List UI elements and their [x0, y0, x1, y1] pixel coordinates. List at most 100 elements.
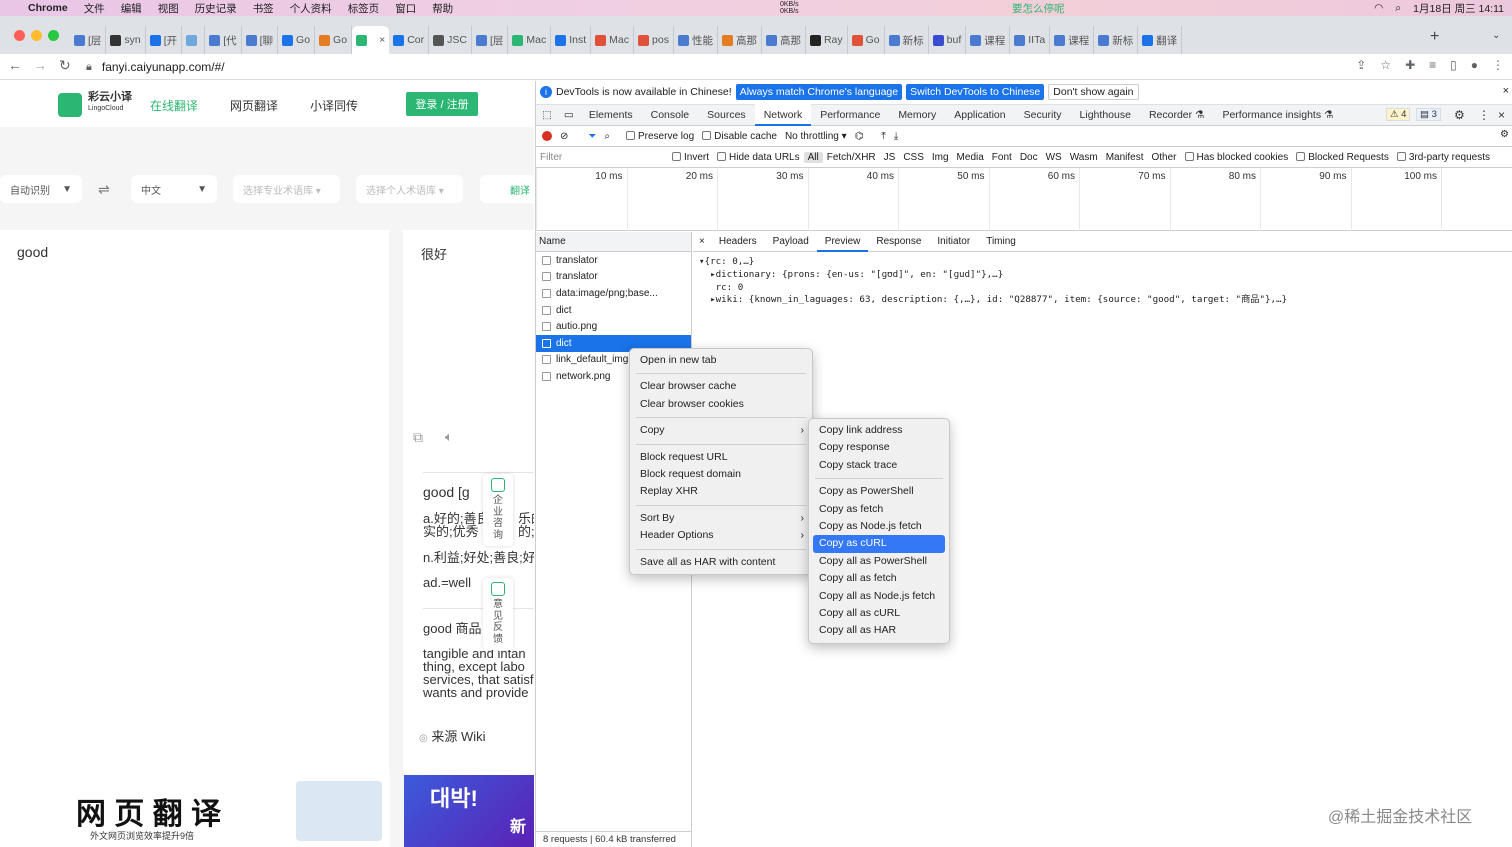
- speaker-icon[interactable]: 🔈︎: [445, 429, 453, 445]
- source-panel[interactable]: [0, 230, 389, 775]
- json-preview[interactable]: ▾{rc: 0,…} ▸dictionary: {prons: {en-us: …: [693, 252, 1512, 307]
- resource-type-filter[interactable]: Doc: [1016, 152, 1042, 163]
- browser-tab[interactable]: [代: [205, 26, 242, 54]
- blocked-requests-checkbox[interactable]: Blocked Requests: [1292, 152, 1393, 163]
- tab-close-icon[interactable]: ×: [379, 34, 385, 46]
- network-conditions-icon[interactable]: ⌬: [855, 131, 864, 142]
- swap-languages-icon[interactable]: ⇌: [98, 181, 110, 198]
- devtools-tab[interactable]: Performance insights ⚗: [1213, 104, 1342, 126]
- menu-item[interactable]: Header Options ›: [630, 527, 812, 544]
- close-icon[interactable]: ×: [1503, 85, 1509, 97]
- extensions-icon[interactable]: ✚: [1405, 58, 1415, 72]
- forward-icon[interactable]: →: [33, 57, 47, 73]
- menu-app-name[interactable]: Chrome: [20, 2, 76, 14]
- browser-tab[interactable]: 性能: [674, 26, 718, 54]
- record-icon[interactable]: [542, 131, 552, 141]
- menu-tabs[interactable]: 标签页: [340, 1, 388, 16]
- menu-item[interactable]: Copy as Node.js fetch: [809, 518, 949, 535]
- name-column-header[interactable]: Name: [536, 232, 691, 252]
- menu-item[interactable]: Copy all as HAR: [809, 622, 949, 639]
- browser-tab[interactable]: Go: [848, 26, 885, 54]
- third-party-checkbox[interactable]: 3rd-party requests: [1393, 152, 1494, 163]
- resource-type-filter[interactable]: JS: [880, 152, 900, 163]
- resource-type-filter[interactable]: CSS: [899, 152, 928, 163]
- preserve-log-checkbox[interactable]: Preserve log: [626, 130, 694, 142]
- browser-tab[interactable]: Go: [278, 26, 316, 54]
- login-button[interactable]: 登录 / 注册: [406, 92, 478, 116]
- close-detail-icon[interactable]: ×: [693, 232, 711, 252]
- menu-item[interactable]: Clear browser cache: [630, 378, 812, 395]
- browser-tab[interactable]: Mac: [591, 26, 635, 54]
- browser-tab[interactable]: 翻译: [1138, 26, 1183, 54]
- target-language-select[interactable]: 中文 ▼: [131, 175, 217, 203]
- browser-tab[interactable]: 高那: [762, 26, 806, 54]
- menu-history[interactable]: 历史记录: [187, 1, 245, 16]
- browser-tab[interactable]: ×: [352, 26, 390, 54]
- browser-tab[interactable]: 课程: [966, 26, 1011, 54]
- network-timeline[interactable]: 10 ms 20 ms 30 ms 40 ms 50 ms 60 ms 70 ms 80 ms…: [536, 168, 1512, 231]
- resource-type-filter[interactable]: Other: [1147, 152, 1180, 163]
- export-har-icon[interactable]: ⤓: [894, 131, 898, 142]
- import-har-icon[interactable]: ⤒: [881, 131, 885, 142]
- menu-bookmarks[interactable]: 书签: [245, 1, 282, 16]
- web-translate-banner[interactable]: 网 页 翻 译 外文网页浏览效率提升9倍: [0, 775, 390, 847]
- json-line[interactable]: rc: 0: [699, 282, 1512, 295]
- feedback-button[interactable]: 意见反馈: [483, 578, 513, 650]
- translate-button[interactable]: 翻译: [480, 175, 534, 203]
- devtools-tab[interactable]: Security: [1015, 104, 1071, 126]
- nav-web-translate[interactable]: 网页翻译: [230, 97, 278, 114]
- browser-tab[interactable]: [开: [146, 26, 183, 54]
- devtools-tab[interactable]: Memory: [889, 104, 945, 126]
- devtools-tab[interactable]: Sources: [698, 104, 755, 126]
- request-row[interactable]: translator: [536, 252, 691, 269]
- search-icon[interactable]: ⌕: [604, 131, 610, 142]
- detail-tab[interactable]: Payload: [765, 232, 817, 252]
- browser-tab[interactable]: [182, 26, 206, 54]
- resource-type-filter[interactable]: All: [803, 152, 823, 163]
- menu-item[interactable]: Open in new tab: [630, 352, 812, 369]
- menu-item[interactable]: Block request URL: [630, 449, 812, 466]
- browser-tab[interactable]: Inst: [551, 26, 592, 54]
- menu-item[interactable]: Copy as cURL: [813, 535, 945, 553]
- menu-item[interactable]: Copy ›: [630, 422, 812, 439]
- minimize-window-icon[interactable]: [31, 30, 42, 41]
- pro-glossary-select[interactable]: 选择专业术语库 ▾: [233, 175, 340, 203]
- browser-tab[interactable]: pos: [634, 26, 674, 54]
- chrome-menu-icon[interactable]: ⋮: [1492, 58, 1504, 72]
- more-options-icon[interactable]: ⋮: [1478, 108, 1490, 122]
- filter-icon[interactable]: ⏷: [588, 131, 596, 142]
- wifi-icon[interactable]: ◠: [1374, 2, 1383, 14]
- zoom-window-icon[interactable]: [48, 30, 59, 41]
- browser-tab[interactable]: [聊: [242, 26, 279, 54]
- menu-item[interactable]: Sort By ›: [630, 510, 812, 527]
- json-line[interactable]: ▸dictionary: {prons: {en-us: "[ɡʊd]", en…: [699, 269, 1512, 282]
- browser-tab[interactable]: [层: [472, 26, 509, 54]
- source-text[interactable]: good: [17, 244, 48, 260]
- browser-tab[interactable]: 新标: [885, 26, 929, 54]
- address-bar[interactable]: 🔒︎ fanyi.caiyunapp.com/#/: [86, 56, 1386, 78]
- side-panel-icon[interactable]: ▯: [1450, 58, 1457, 72]
- devtools-tab[interactable]: Elements: [580, 104, 642, 126]
- browser-tab[interactable]: [层: [70, 26, 107, 54]
- devtools-tab[interactable]: Application: [945, 104, 1014, 126]
- enterprise-consult-button[interactable]: 企业咨询: [483, 474, 513, 546]
- search-icon[interactable]: ⌕: [1395, 2, 1401, 15]
- invert-checkbox[interactable]: Invert: [668, 152, 713, 163]
- menu-item[interactable]: Clear browser cookies: [630, 396, 812, 413]
- menu-item[interactable]: Copy all as PowerShell: [809, 553, 949, 570]
- source-language-select[interactable]: 自动识别 ▼: [0, 175, 82, 203]
- warning-badge[interactable]: ⚠ 4: [1386, 108, 1411, 121]
- menu-item[interactable]: Copy response: [809, 439, 949, 456]
- back-icon[interactable]: ←: [8, 57, 22, 73]
- detail-tab[interactable]: Headers: [711, 232, 765, 252]
- resource-type-filter[interactable]: Font: [988, 152, 1016, 163]
- browser-tab[interactable]: Ray: [806, 26, 848, 54]
- site-logo[interactable]: 彩云小译 LingoCloud: [88, 91, 132, 115]
- menu-item[interactable]: Copy as PowerShell: [809, 483, 949, 500]
- browser-tab[interactable]: buf: [929, 26, 967, 54]
- devtools-tab[interactable]: Console: [642, 104, 699, 126]
- resource-type-filter[interactable]: Wasm: [1066, 152, 1102, 163]
- devtools-tab[interactable]: Lighthouse: [1071, 104, 1140, 126]
- browser-tab[interactable]: syn: [106, 26, 146, 54]
- menu-help[interactable]: 帮助: [424, 1, 461, 16]
